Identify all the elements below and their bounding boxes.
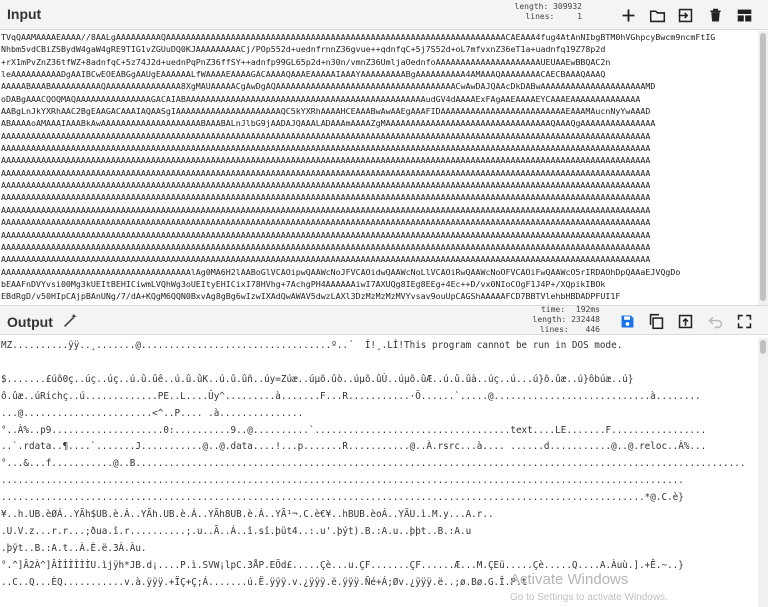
input-line: AAAAAAAAAAAAAAAAAAAAAAAAAAAAAAAAAAAAAAlA… (1, 266, 681, 277)
output-length-value: 232448 (571, 315, 600, 324)
input-line: AAAAAAAAAAAAAAAAAAAAAAAAAAAAAAAAAAAAAAAA… (1, 143, 651, 154)
input-line: AAAAAAAAAAAAAAAAAAAAAAAAAAAAAAAAAAAAAAAA… (1, 254, 651, 265)
input-line: +rX1mPvZnZ36tfWZ+8adnfqC+5z74J2d+uednPqP… (1, 56, 611, 67)
magic-wand-icon[interactable] (60, 310, 80, 330)
input-stats: length: 309932 lines: 1 (510, 2, 582, 22)
input-line: bEAAFnDVYvsi00Mg3kUEItBEHICiwmLVQhWg3oUE… (1, 278, 606, 289)
output-line: ..C..Q...ÈQ...........v.à.ÿÿÿ.+ÏÇ+Ç;Á...… (1, 576, 528, 588)
input-scroll-thumb[interactable] (760, 33, 766, 301)
input-line: Nhbm5vdCBiZSBydW4gaW4gRE9TIG1vZGUuDQ0KJA… (1, 44, 606, 55)
save-icon[interactable] (617, 311, 637, 331)
output-time-value: 192ms (575, 305, 600, 314)
input-line: TVqQAAMAAAAEAAAA//8AALgAAAAAAAAAQAAAAAAA… (1, 32, 716, 42)
output-line: °...&...f...........@..B................… (1, 458, 746, 470)
output-line: ........................................… (1, 492, 684, 504)
output-time-label: time: (540, 305, 566, 314)
input-line: AAAAAAAAAAAAAAAAAAAAAAAAAAAAAAAAAAAAAAAA… (1, 229, 651, 240)
import-icon[interactable] (675, 5, 695, 25)
output-title: Output (7, 314, 53, 330)
output-scroll-thumb[interactable] (760, 340, 766, 354)
input-line: ABAAAAoAMAAAIAAABkAwAAAAAAAAAAAAAAAAAAAA… (1, 118, 656, 129)
maximize-icon[interactable] (734, 311, 754, 331)
layout-icon[interactable] (734, 5, 754, 25)
input-header: Input length: 309932 lines: 1 (0, 0, 768, 30)
output-lines-label: lines: (539, 325, 569, 334)
output-textarea[interactable]: MZ..........ÿÿ..¸.......@...............… (0, 338, 758, 607)
input-line: AABgLnJkYXRhAAC2BgEAAGACAAAIAQAASgIAAAAA… (1, 106, 651, 117)
output-line: ..`.rdata..¶....`.......J...........@..@… (1, 441, 707, 453)
input-length-label: length: (514, 2, 549, 11)
input-title: Input (7, 6, 42, 22)
input-length-value: 309932 (553, 2, 582, 11)
output-header: Output time: 192ms length: 232448 lines:… (0, 305, 768, 335)
input-line: EBdRgD/v50HIpCAjpBAnUNg/7/dA+KQgM6QQN0Bx… (1, 291, 621, 302)
output-line: $.......£úõ0ç..úç..úç..ú.û.ûê..ú.û.ûK..ú… (1, 373, 634, 385)
input-line: AAAAAAAAAAAAAAAAAAAAAAAAAAAAAAAAAAAAAAAA… (1, 241, 651, 252)
output-line: ô.ûæ..úRichç..ú.............PE..L....Ûy^… (1, 390, 701, 402)
output-length-label: length: (532, 315, 567, 324)
output-line: ........................................… (1, 475, 684, 487)
input-line: AAAAAAAAAAAAAAAAAAAAAAAAAAAAAAAAAAAAAAAA… (1, 180, 651, 191)
output-stats: time: 192ms length: 232448 lines: 446 (520, 305, 600, 335)
input-line: AAAAAAAAAAAAAAAAAAAAAAAAAAAAAAAAAAAAAAAA… (1, 204, 651, 215)
output-line: ...@.......................<^..P.... .à.… (1, 407, 304, 419)
output-line: MZ..........ÿÿ..¸.......@...............… (1, 340, 623, 351)
output-line: °..À%..p9....................0:.........… (1, 424, 707, 436)
replace-input-icon[interactable] (675, 311, 695, 331)
output-line: .þÿt..B.:A.t..À.È.ë.3À.Àu. (1, 542, 147, 554)
output-line: °.^]Â2À^]ÂÌÌÌÌÌÌU.ìjÿh*JB.d¡....P.ì.SVW¡… (1, 559, 684, 571)
undo-icon[interactable] (705, 311, 725, 331)
trash-icon[interactable] (705, 5, 725, 25)
input-scrollbar[interactable] (758, 31, 768, 305)
folder-icon[interactable] (647, 5, 667, 25)
input-lines-value: 1 (577, 12, 582, 21)
input-line: AAAAAAAAAAAAAAAAAAAAAAAAAAAAAAAAAAAAAAAA… (1, 217, 651, 228)
input-textarea[interactable]: TVqQAAMAAAAEAAAA//8AALgAAAAAAAAAQAAAAAAA… (0, 31, 758, 305)
input-line: oDABgAAACQOQMAQAAAAAAAAAAAAAAAGACAIABAAA… (1, 93, 641, 104)
input-line: AAAAAAAAAAAAAAAAAAAAAAAAAAAAAAAAAAAAAAAA… (1, 192, 651, 203)
input-line: leAAAAAAAAAADgAAIBCwEOEABGgAAUgEAAAAAALf… (1, 69, 606, 80)
output-line: ¥..h.UB.èØÁ..YÃh$UB.è.Á..YÃh.UB.è.Á..YÃh… (1, 509, 494, 521)
input-line: AAAAAAAAAAAAAAAAAAAAAAAAAAAAAAAAAAAAAAAA… (1, 130, 651, 141)
output-scrollbar[interactable] (758, 338, 768, 607)
copy-icon[interactable] (646, 311, 666, 331)
input-line: AAAAAAAAAAAAAAAAAAAAAAAAAAAAAAAAAAAAAAAA… (1, 155, 651, 166)
output-lines-value: 446 (585, 325, 600, 334)
output-line: .U.V.z...r.r...;ðua.î.r..........;.u..Ã.… (1, 525, 472, 537)
plus-icon[interactable] (618, 5, 638, 25)
input-line: AAAAABAAABAAAAAAAAAAQAAAAAAAAAAAAAAA8XgM… (1, 81, 656, 92)
input-lines-label: lines: (525, 12, 555, 21)
input-line: AAAAAAAAAAAAAAAAAAAAAAAAAAAAAAAAAAAAAAAA… (1, 167, 651, 178)
